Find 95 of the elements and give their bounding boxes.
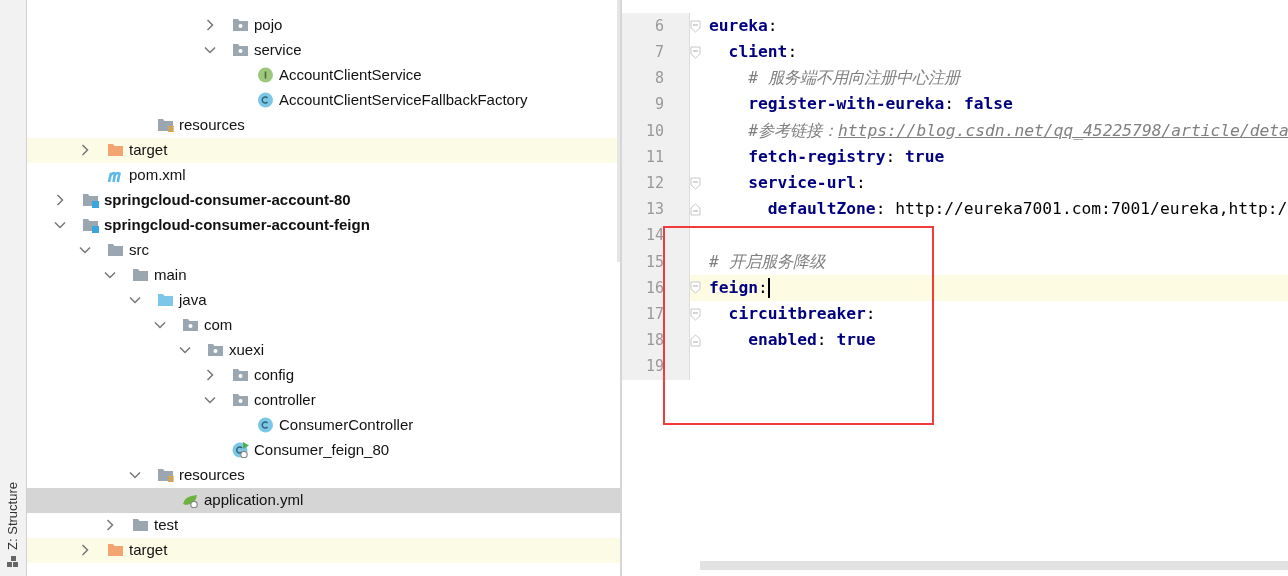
code-token: # 开启服务降级 — [709, 250, 825, 273]
line-number: 11 — [645, 146, 664, 168]
tree-item[interactable]: resources — [27, 462, 620, 488]
text-cursor — [767, 277, 770, 298]
line-number: 18 — [645, 330, 664, 352]
code-token: : — [865, 302, 876, 325]
code-token: service-url — [747, 172, 857, 194]
scrollbar[interactable] — [617, 0, 620, 262]
code-token: http://eureka7001.com:7001/eureka,http:/ — [895, 198, 1288, 221]
package-folder-icon — [182, 317, 199, 333]
line-number: 10 — [645, 120, 664, 142]
code-token: register-with-eureka — [747, 93, 945, 116]
code-token: true — [905, 145, 945, 168]
structure-icon — [7, 556, 19, 568]
fold-marker-icon[interactable] — [690, 307, 701, 321]
tree-item[interactable]: service — [27, 37, 620, 63]
package-folder-icon — [207, 342, 224, 358]
tree-item[interactable]: pojo — [27, 12, 620, 38]
line-number: 17 — [645, 303, 664, 325]
line-number: 9 — [654, 94, 664, 116]
class-icon — [257, 92, 274, 108]
tree-item[interactable]: AccountClientService — [27, 62, 620, 88]
code-token: : — [758, 276, 768, 299]
package-folder-icon — [232, 392, 249, 408]
fold-marker-icon[interactable] — [690, 333, 701, 347]
code-token: # 服务端不用向注册中心注册 — [747, 67, 960, 90]
code-token: enabled — [747, 329, 817, 352]
structure-tab[interactable]: Z: Structure — [3, 482, 23, 550]
tree-item[interactable]: AccountClientServiceFallbackFactory — [27, 87, 620, 113]
tree-item[interactable]: target — [27, 537, 620, 563]
code-token: : — [787, 41, 798, 64]
fold-marker-icon[interactable] — [690, 19, 701, 33]
package-folder-icon — [232, 42, 249, 58]
tree-item[interactable]: com — [27, 312, 620, 338]
tree-item[interactable]: springcloud-consumer-account-feign — [27, 212, 620, 238]
line-number: 14 — [645, 225, 664, 247]
tree-item[interactable]: config — [27, 362, 620, 388]
spring-leaf-icon — [182, 492, 199, 508]
fold-marker-icon[interactable] — [690, 176, 701, 190]
tree-item[interactable]: src — [27, 237, 620, 263]
code-token: : — [944, 93, 956, 116]
code-token: defaultZone — [766, 198, 876, 221]
line-number: 15 — [645, 251, 664, 273]
folder-icon — [107, 142, 124, 158]
package-folder-icon — [232, 17, 249, 33]
tree-item[interactable]: test — [27, 512, 620, 538]
line-number: 12 — [645, 172, 664, 194]
folder-icon — [107, 242, 124, 258]
folder-icon — [132, 267, 149, 283]
interface-icon — [257, 67, 274, 83]
code-token: : — [875, 198, 887, 221]
line-number: 8 — [654, 68, 664, 90]
fold-marker-icon[interactable] — [690, 281, 701, 295]
folder-icon — [132, 517, 149, 533]
folder-icon — [107, 542, 124, 558]
tree-item[interactable]: pom.xml — [27, 162, 620, 188]
tree-item[interactable]: main — [27, 262, 620, 288]
spring-class-icon — [232, 442, 249, 458]
resources-folder-icon — [157, 117, 174, 133]
class-icon — [257, 417, 274, 433]
line-number: 16 — [645, 277, 664, 299]
tree-item[interactable]: xuexi — [27, 337, 620, 363]
resources-folder-icon — [157, 467, 174, 483]
code-token: client — [727, 41, 788, 64]
code-token: : — [856, 172, 866, 194]
line-number: 6 — [654, 15, 664, 37]
line-number: 13 — [645, 199, 664, 221]
tree-item[interactable]: ConsumerController — [27, 412, 620, 438]
code-token: fetch-registry — [747, 145, 886, 168]
tree-item[interactable]: controller — [27, 387, 620, 413]
line-number: 19 — [645, 356, 664, 378]
fold-marker-icon[interactable] — [690, 202, 701, 216]
tree-item[interactable]: java — [27, 287, 620, 313]
tree-item[interactable]: application.yml — [27, 487, 620, 513]
code-token: : — [885, 145, 897, 168]
tree-item[interactable]: resources — [27, 112, 620, 138]
code-token: eureka — [709, 14, 768, 37]
module-folder-icon — [82, 192, 99, 208]
link[interactable]: https://blog.csdn.net/qq_45225798/article/deta — [838, 118, 1288, 144]
code-token: : — [816, 329, 828, 352]
code-token: true — [836, 329, 876, 352]
tree-item[interactable]: target — [27, 137, 620, 163]
module-folder-icon — [82, 217, 99, 233]
code-token: #参考链接： — [747, 119, 838, 142]
scrollbar[interactable] — [700, 561, 1288, 570]
code-token: false — [963, 93, 1013, 116]
code-token: feign — [709, 276, 758, 299]
tree-item[interactable]: Consumer_feign_80 — [27, 437, 620, 463]
code-token: : — [767, 14, 778, 37]
folder-icon — [157, 292, 174, 308]
tree-item[interactable]: springcloud-consumer-account-80 — [27, 187, 620, 213]
line-number: 7 — [654, 42, 664, 64]
code-token: circuitbreaker — [727, 302, 866, 325]
package-folder-icon — [232, 367, 249, 383]
fold-marker-icon[interactable] — [690, 45, 701, 59]
